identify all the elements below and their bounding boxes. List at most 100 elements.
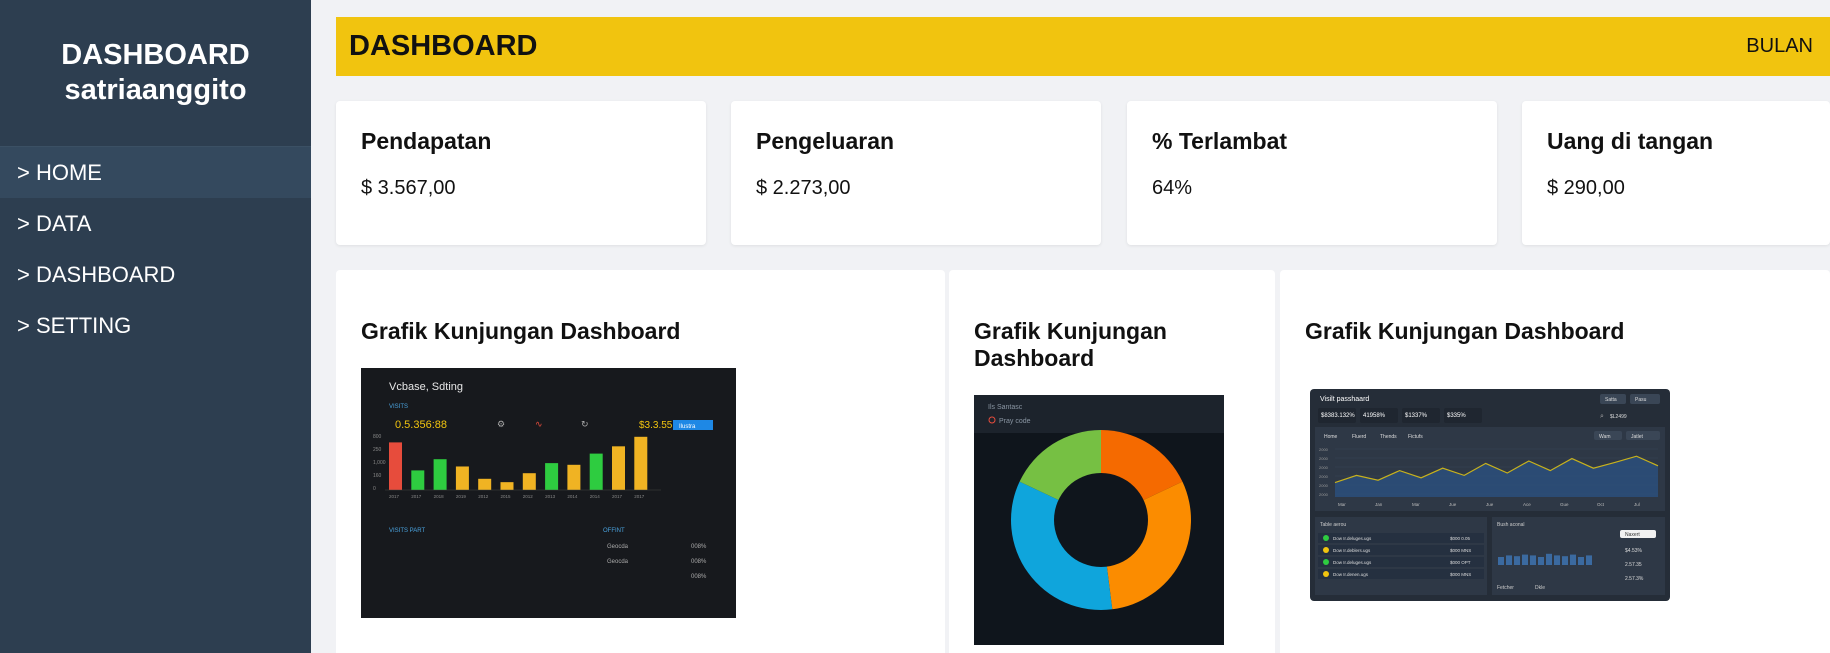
stat-card-pengeluaran: Pengeluaran $ 2.273,00 [731, 101, 1101, 245]
thumb-list-header-right: Bush aconal [1497, 522, 1525, 528]
x-tick-label: 2017 [411, 494, 422, 499]
brand-username: satriaanggito [64, 74, 247, 106]
thumb-tab: Fluerd [1352, 434, 1366, 440]
x-tick-label: 2019 [456, 494, 467, 499]
mini-bar [1562, 556, 1568, 565]
x-tick-label: 2018 [434, 494, 445, 499]
stat-value: $ 2.273,00 [756, 177, 851, 199]
dashboard-thumbnail-line: Visilt passhaard Satta Pasu $8383.132% 41… [1310, 389, 1670, 601]
x-tick-label: Oct [1597, 502, 1605, 507]
thumb-sub-label: Pray code [999, 418, 1031, 425]
y-tick-label: 800 [373, 434, 382, 440]
stat-value: $8383.132% [1321, 413, 1355, 419]
sidebar-item-data[interactable]: > DATA [0, 198, 311, 249]
bar [433, 459, 447, 490]
x-tick-label: 2013 [545, 494, 556, 499]
row-value: $000 0.05 [1450, 536, 1471, 541]
stat-value: $335% [1447, 413, 1466, 419]
bar [455, 466, 469, 490]
row-value: $000 MNS [1450, 572, 1471, 577]
panel-title: Grafik Kunjungan Dashboard [974, 318, 1167, 371]
thumb-chip2: Jatlet [1631, 434, 1644, 440]
stat-card-pendapatan: Pendapatan $ 3.567,00 [336, 101, 706, 245]
chart-panel-2: Grafik Kunjungan Dashboard Ils Santasc P… [949, 270, 1275, 653]
mini-bar [1546, 553, 1552, 565]
mini-bar [1570, 554, 1576, 565]
sidebar-item-home[interactable]: > HOME [0, 147, 311, 198]
wave-icon: ∿ [535, 420, 543, 430]
mini-bar [1506, 555, 1512, 565]
mini-bar [1578, 557, 1584, 565]
bar [478, 478, 492, 490]
bar [612, 446, 625, 490]
thumb-btn2: Pasu [1635, 397, 1647, 403]
thumb-row-pct: 008% [691, 559, 707, 565]
x-tick-label: 2017 [612, 494, 623, 499]
thumb-title: Visilt passhaard [1320, 396, 1369, 403]
bar [545, 463, 559, 490]
bar [411, 470, 425, 490]
status-icon [1323, 559, 1329, 565]
right-value: 2.57.35 [1625, 562, 1642, 568]
row-value: $000 OPT [1450, 560, 1471, 565]
x-tick-label: 2014 [567, 494, 578, 499]
panel-title: Grafik Kunjungan Dashboard [1305, 318, 1625, 344]
y-tick-label: 2000 [1319, 465, 1329, 470]
thumb-search-value: $L2499 [1610, 414, 1627, 420]
thumb-sub: VISITS [389, 404, 408, 410]
brand: DASHBOARD satriaanggito [0, 0, 311, 147]
thumb-row-name: Geocda [607, 544, 629, 550]
dashboard-thumbnail-donut: Ils Santasc Pray code [974, 395, 1224, 645]
thumb-row-name: Geocda [607, 559, 629, 565]
sidebar-item-setting[interactable]: > SETTING [0, 300, 311, 351]
period-selector[interactable]: BULAN [1746, 35, 1813, 58]
y-tick-label: 0 [373, 486, 376, 492]
stat-label: Pengeluaran [756, 128, 895, 154]
thumb-list-header-left: Table aerou [1320, 522, 1346, 528]
x-tick-label: 2017 [634, 494, 645, 499]
donut-dashboard-image: Ils Santasc Pray code [974, 395, 1224, 610]
y-tick-label: 1,000 [373, 460, 386, 466]
thumb-tab: Thends [1380, 434, 1397, 440]
status-icon [1323, 571, 1329, 577]
stat-label: Pendapatan [361, 128, 492, 154]
chart-panel-1: Grafik Kunjungan Dashboard Vcbase, Sdtin… [336, 270, 945, 653]
thumb-footer-left: Fetcher [1497, 585, 1514, 591]
thumb-row-pct: 008% [691, 574, 707, 580]
stat-label: Uang di tangan [1547, 128, 1714, 154]
bar [634, 436, 648, 490]
x-tick-label: Mar [1338, 502, 1346, 507]
x-tick-label: 2014 [590, 494, 601, 499]
row-name: Dow Ir.deluges.ugs [1333, 536, 1372, 541]
panel-title: Grafik Kunjungan Dashboard [361, 318, 681, 344]
x-tick-label: Jue [1486, 502, 1494, 507]
bar [589, 453, 603, 490]
thumb-btn1: Satta [1605, 397, 1617, 403]
row-name: Dow Ir.deblers.ugs [1333, 548, 1371, 553]
bar [389, 442, 402, 490]
stat-card-uang-di-tangan: Uang di tangan $ 290,00 [1522, 101, 1830, 245]
x-tick-label: 2012 [523, 494, 534, 499]
page-header: DASHBOARD BULAN [336, 17, 1830, 76]
status-icon [1323, 547, 1329, 553]
bar [522, 473, 536, 490]
thumb-tab: Home [1324, 434, 1338, 440]
dashboard-thumbnail-bars: Vcbase, Sdting VISITS 0.5.356:88 ⚙ ∿ ↻ $… [361, 368, 736, 618]
page-title: DASHBOARD [349, 30, 538, 62]
bar [567, 464, 581, 490]
main-content: DASHBOARD BULAN Pendapatan $ 3.567,00 Pe… [311, 0, 1830, 653]
y-tick-label: 160 [373, 473, 382, 479]
stat-value: $ 290,00 [1547, 177, 1625, 199]
line-dashboard-image: Visilt passhaard Satta Pasu $8383.132% 41… [1315, 394, 1665, 595]
bar [500, 482, 514, 490]
y-tick-label: 2000 [1319, 447, 1329, 452]
thumb-top-label: Ils Santasc [988, 404, 1023, 411]
sidebar-item-dashboard[interactable]: > DASHBOARD [0, 249, 311, 300]
y-tick-label: 2000 [1319, 456, 1329, 461]
thumb-heading: Vcbase, Sdting [389, 381, 463, 393]
thumb-footer-mid: OFFINT [603, 528, 625, 534]
stat-card-terlambat: % Terlambat 64% [1127, 101, 1497, 245]
mini-bar [1514, 556, 1520, 565]
mini-bar [1530, 555, 1536, 565]
x-tick-label: Jan [1375, 502, 1383, 507]
